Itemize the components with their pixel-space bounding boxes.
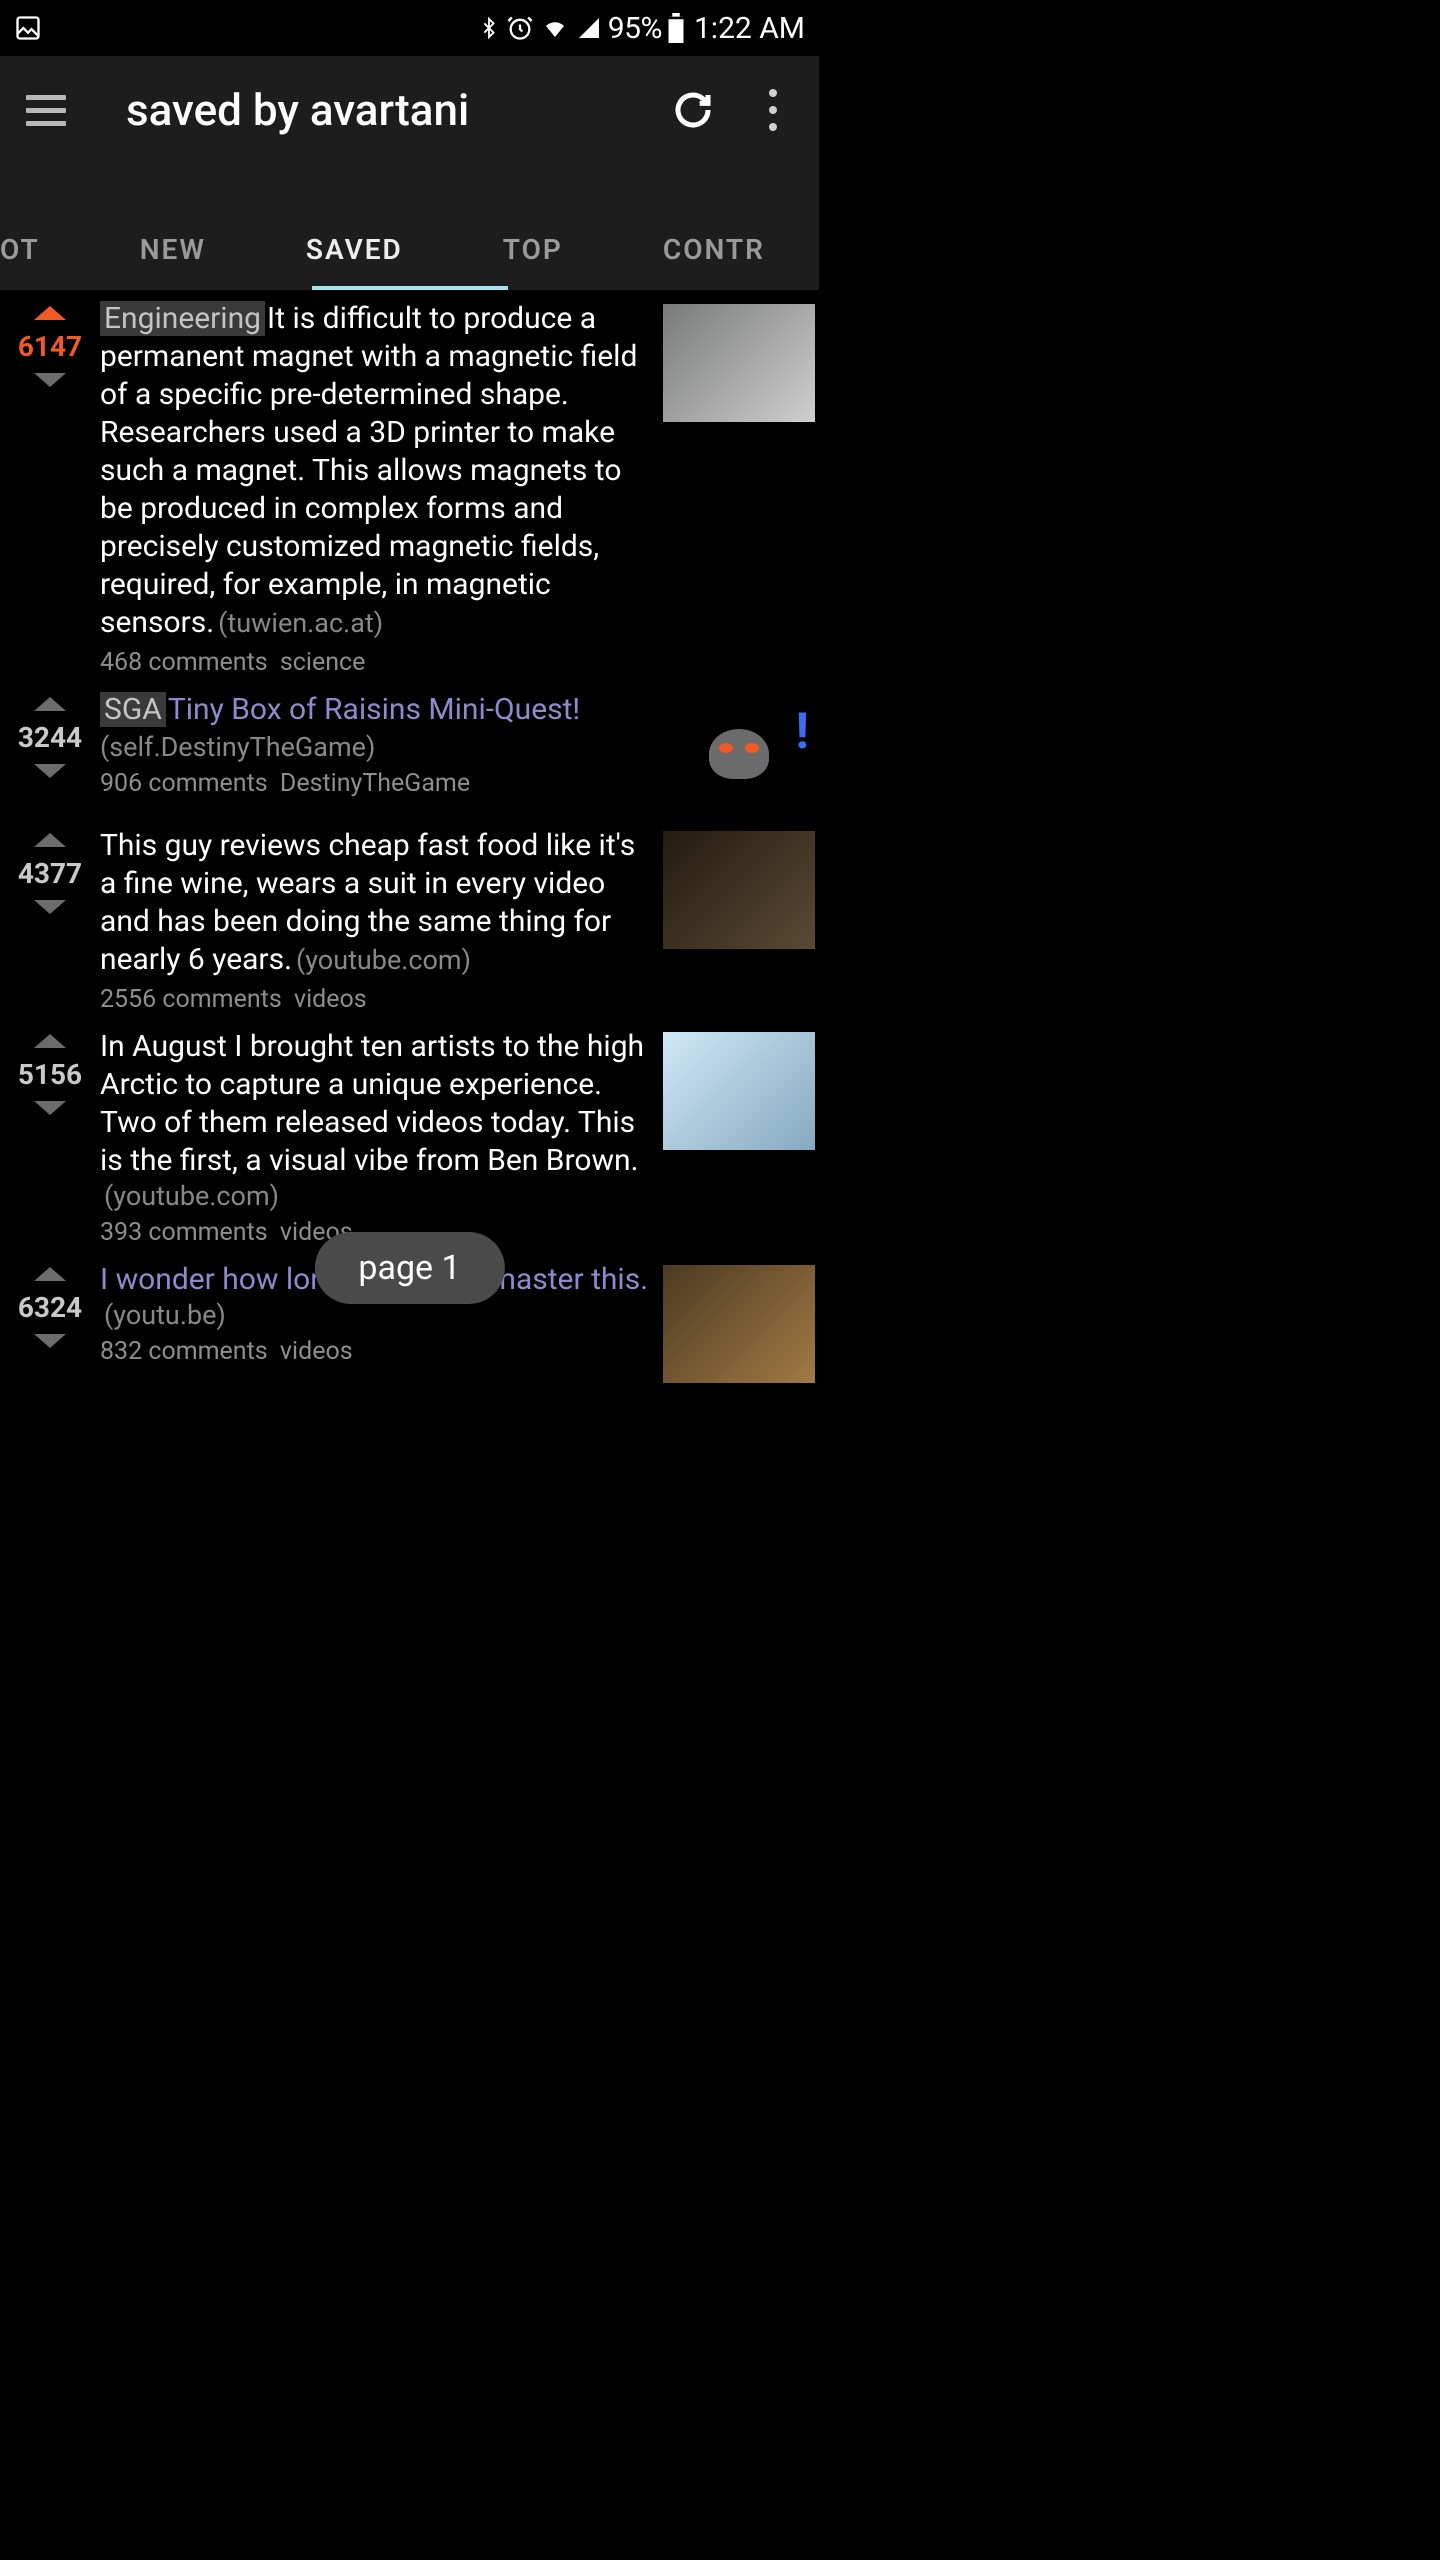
post-comments: 832 comments: [100, 1337, 268, 1366]
thumbnail-column: [657, 300, 819, 677]
tab-new[interactable]: NEW: [90, 233, 256, 290]
alarm-icon: [506, 14, 534, 42]
vote-column: 5156: [0, 1028, 100, 1247]
downvote-icon[interactable]: [34, 1334, 66, 1348]
post-thumbnail[interactable]: !: [663, 695, 815, 813]
battery-percentage: 95%: [608, 11, 662, 46]
tab-top[interactable]: TOP: [453, 233, 613, 290]
post-score: 6324: [18, 1291, 82, 1324]
post-title: It is difficult to produce a permanent m…: [100, 301, 637, 640]
post-item[interactable]: 6147 EngineeringIt is difficult to produ…: [0, 290, 819, 681]
post-domain: (self.DestinyTheGame): [100, 731, 651, 763]
thumbnail-column: [657, 827, 819, 1014]
upvote-icon[interactable]: [34, 1034, 66, 1048]
post-title-line[interactable]: This guy reviews cheap fast food like it…: [100, 827, 651, 979]
post-thumbnail[interactable]: [663, 831, 815, 949]
post-thumbnail[interactable]: [663, 304, 815, 422]
post-comments: 393 comments: [100, 1218, 268, 1247]
tab-saved[interactable]: SAVED: [256, 233, 453, 290]
post-content: EngineeringIt is difficult to produce a …: [100, 300, 657, 677]
page-indicator: page 1: [314, 1232, 504, 1304]
tab-controversial[interactable]: CONTR: [613, 233, 765, 290]
status-right: 95% 1:22 AM: [478, 11, 805, 46]
signal-icon: [576, 16, 602, 40]
thumbnail-column: [657, 1028, 819, 1247]
post-meta[interactable]: 832 comments videos: [100, 1337, 651, 1366]
post-subreddit: science: [280, 648, 365, 677]
post-flair: Engineering: [100, 301, 265, 336]
post-item[interactable]: 5156 In August I brought ten artists to …: [0, 1018, 819, 1251]
overflow-button[interactable]: [733, 70, 813, 150]
status-left: [14, 14, 478, 42]
post-title-line[interactable]: In August I brought ten artists to the h…: [100, 1028, 651, 1212]
post-subreddit: videos: [294, 985, 367, 1014]
post-subreddit: DestinyTheGame: [280, 769, 470, 798]
battery-icon: [668, 13, 684, 43]
post-comments: 2556 comments: [100, 985, 282, 1014]
post-item[interactable]: 4377 This guy reviews cheap fast food li…: [0, 817, 819, 1018]
post-content: In August I brought ten artists to the h…: [100, 1028, 657, 1247]
thumbnail-column: !: [657, 691, 819, 813]
post-item[interactable]: 3244 SGATiny Box of Raisins Mini-Quest! …: [0, 681, 819, 817]
vote-column: 4377: [0, 827, 100, 1014]
upvote-icon[interactable]: [34, 833, 66, 847]
wifi-icon: [540, 16, 570, 40]
post-thumbnail[interactable]: [663, 1265, 815, 1383]
post-score: 6147: [18, 330, 82, 363]
post-list: 6147 EngineeringIt is difficult to produ…: [0, 290, 819, 1387]
post-comments: 468 comments: [100, 648, 268, 677]
refresh-button[interactable]: [653, 70, 733, 150]
post-title: In August I brought ten artists to the h…: [100, 1029, 644, 1178]
vote-column: 6147: [0, 300, 100, 677]
tab-bar: OT NEW SAVED TOP CONTR: [0, 164, 819, 290]
post-thumbnail[interactable]: [663, 1032, 815, 1150]
downvote-icon[interactable]: [34, 373, 66, 387]
post-content: SGATiny Box of Raisins Mini-Quest! (self…: [100, 691, 657, 813]
status-bar: 95% 1:22 AM: [0, 0, 819, 56]
upvote-icon[interactable]: [34, 1267, 66, 1281]
upvote-icon[interactable]: [34, 306, 66, 320]
post-title-line[interactable]: EngineeringIt is difficult to produce a …: [100, 300, 651, 642]
tab-hot[interactable]: OT: [0, 233, 90, 290]
post-domain: (youtu.be): [104, 1299, 226, 1331]
page-title: saved by avartani: [86, 84, 653, 136]
post-content: This guy reviews cheap fast food like it…: [100, 827, 657, 1014]
post-domain: (tuwien.ac.at): [218, 607, 383, 639]
post-domain: (youtube.com): [104, 1180, 279, 1212]
post-title: Tiny Box of Raisins Mini-Quest!: [168, 692, 580, 727]
post-score: 4377: [18, 857, 82, 890]
post-comments: 906 comments: [100, 769, 268, 798]
vote-column: 6324: [0, 1261, 100, 1383]
post-meta[interactable]: 468 comments science: [100, 648, 651, 677]
thumbnail-column: [657, 1261, 819, 1383]
post-domain: (youtube.com): [296, 944, 471, 976]
post-score: 3244: [18, 721, 82, 754]
clock: 1:22 AM: [694, 11, 805, 46]
vote-column: 3244: [0, 691, 100, 813]
exclaim-icon: !: [795, 703, 809, 761]
post-subreddit: videos: [280, 1337, 353, 1366]
tab-underline: [312, 286, 508, 290]
menu-button[interactable]: [6, 70, 86, 150]
post-meta[interactable]: 906 comments DestinyTheGame: [100, 769, 651, 798]
upvote-icon[interactable]: [34, 697, 66, 711]
downvote-icon[interactable]: [34, 1101, 66, 1115]
downvote-icon[interactable]: [34, 900, 66, 914]
app-header: saved by avartani: [0, 56, 819, 164]
post-meta[interactable]: 2556 comments videos: [100, 985, 651, 1014]
downvote-icon[interactable]: [34, 764, 66, 778]
picture-icon: [14, 14, 42, 42]
more-icon: [769, 89, 777, 131]
bluetooth-icon: [478, 13, 500, 43]
post-flair: SGA: [100, 692, 166, 727]
snoo-icon: [709, 729, 769, 779]
post-title-line[interactable]: SGATiny Box of Raisins Mini-Quest!: [100, 691, 651, 729]
post-score: 5156: [18, 1058, 82, 1091]
